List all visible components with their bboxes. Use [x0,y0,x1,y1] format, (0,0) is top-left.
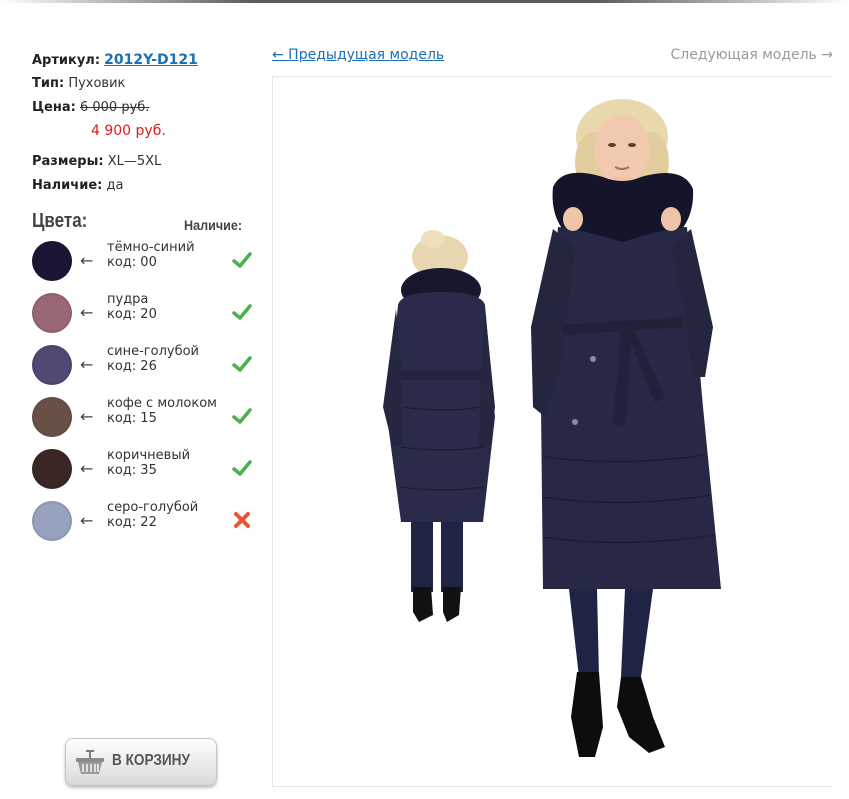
check-icon [231,457,253,479]
price-row: Цена: 6 000 руб. [32,99,149,117]
article-label: Артикул: [32,53,101,68]
color-code: код: 00 [107,255,157,270]
type-value: Пуховик [68,76,126,91]
product-photo[interactable] [273,77,833,786]
stock-value: да [106,178,124,193]
color-code: код: 20 [107,307,157,322]
arrow-left-icon: ← [80,407,94,426]
front-view-model [531,99,721,757]
color-code: код: 35 [107,463,157,478]
color-code: код: 22 [107,515,157,530]
sizes-row: Размеры: XL—5XL [32,153,161,171]
color-name: тёмно-синий [107,240,195,255]
type-label: Тип: [32,76,65,91]
article-row: Артикул: 2012Y-D121 [32,51,198,70]
color-name: серо-голубой [107,500,199,515]
previous-model-link[interactable]: ← Предыдущая модель [272,47,444,63]
stock-row: Наличие: да [32,177,123,195]
color-option[interactable]: ← пудра код: 20 [32,292,256,337]
basket-icon [76,750,104,774]
color-option[interactable]: ← коричневый код: 35 [32,448,256,493]
check-icon [231,353,253,375]
availability-header: Наличие: [184,217,243,233]
back-view-model [383,230,495,622]
article-link[interactable]: 2012Y-D121 [104,52,198,68]
color-swatch[interactable] [32,293,72,333]
color-code: код: 26 [107,359,157,374]
new-price: 4 900 руб. [91,123,166,139]
check-icon [231,301,253,323]
color-swatch[interactable] [32,449,72,489]
color-swatch[interactable] [32,241,72,281]
top-divider [0,0,849,3]
add-to-cart-button[interactable]: В КОРЗИНУ [65,738,217,786]
color-option[interactable]: ← кофе с молоком код: 15 [32,396,256,441]
color-option[interactable]: ← сине-голубой код: 26 [32,344,256,389]
cross-icon [231,509,253,531]
color-swatch[interactable] [32,345,72,385]
type-row: Тип: Пуховик [32,75,125,93]
color-name: пудра [107,292,149,307]
arrow-left-icon: ← [80,355,94,374]
color-option[interactable]: ← серо-голубой код: 22 [32,500,256,545]
colors-title: Цвета: [32,210,88,232]
arrow-left-icon: ← [80,251,94,270]
add-to-cart-label: В КОРЗИНУ [112,752,190,769]
next-model-link[interactable]: Следующая модель → [670,47,833,63]
arrow-left-icon: ← [80,459,94,478]
stock-label: Наличие: [32,178,103,193]
arrow-left-icon: ← [80,511,94,530]
check-icon [231,405,253,427]
color-name: сине-голубой [107,344,199,359]
color-swatch[interactable] [32,501,72,541]
color-name: коричневый [107,448,191,463]
arrow-left-icon: ← [80,303,94,322]
sizes-label: Размеры: [32,154,104,169]
color-name: кофе с молоком [107,396,217,411]
price-label: Цена: [32,100,76,115]
color-option[interactable]: ← тёмно-синий код: 00 [32,240,256,285]
color-swatch[interactable] [32,397,72,437]
old-price: 6 000 руб. [79,100,150,115]
sizes-value: XL—5XL [107,154,162,169]
check-icon [231,249,253,271]
color-code: код: 15 [107,411,157,426]
product-photo-frame [272,76,833,787]
